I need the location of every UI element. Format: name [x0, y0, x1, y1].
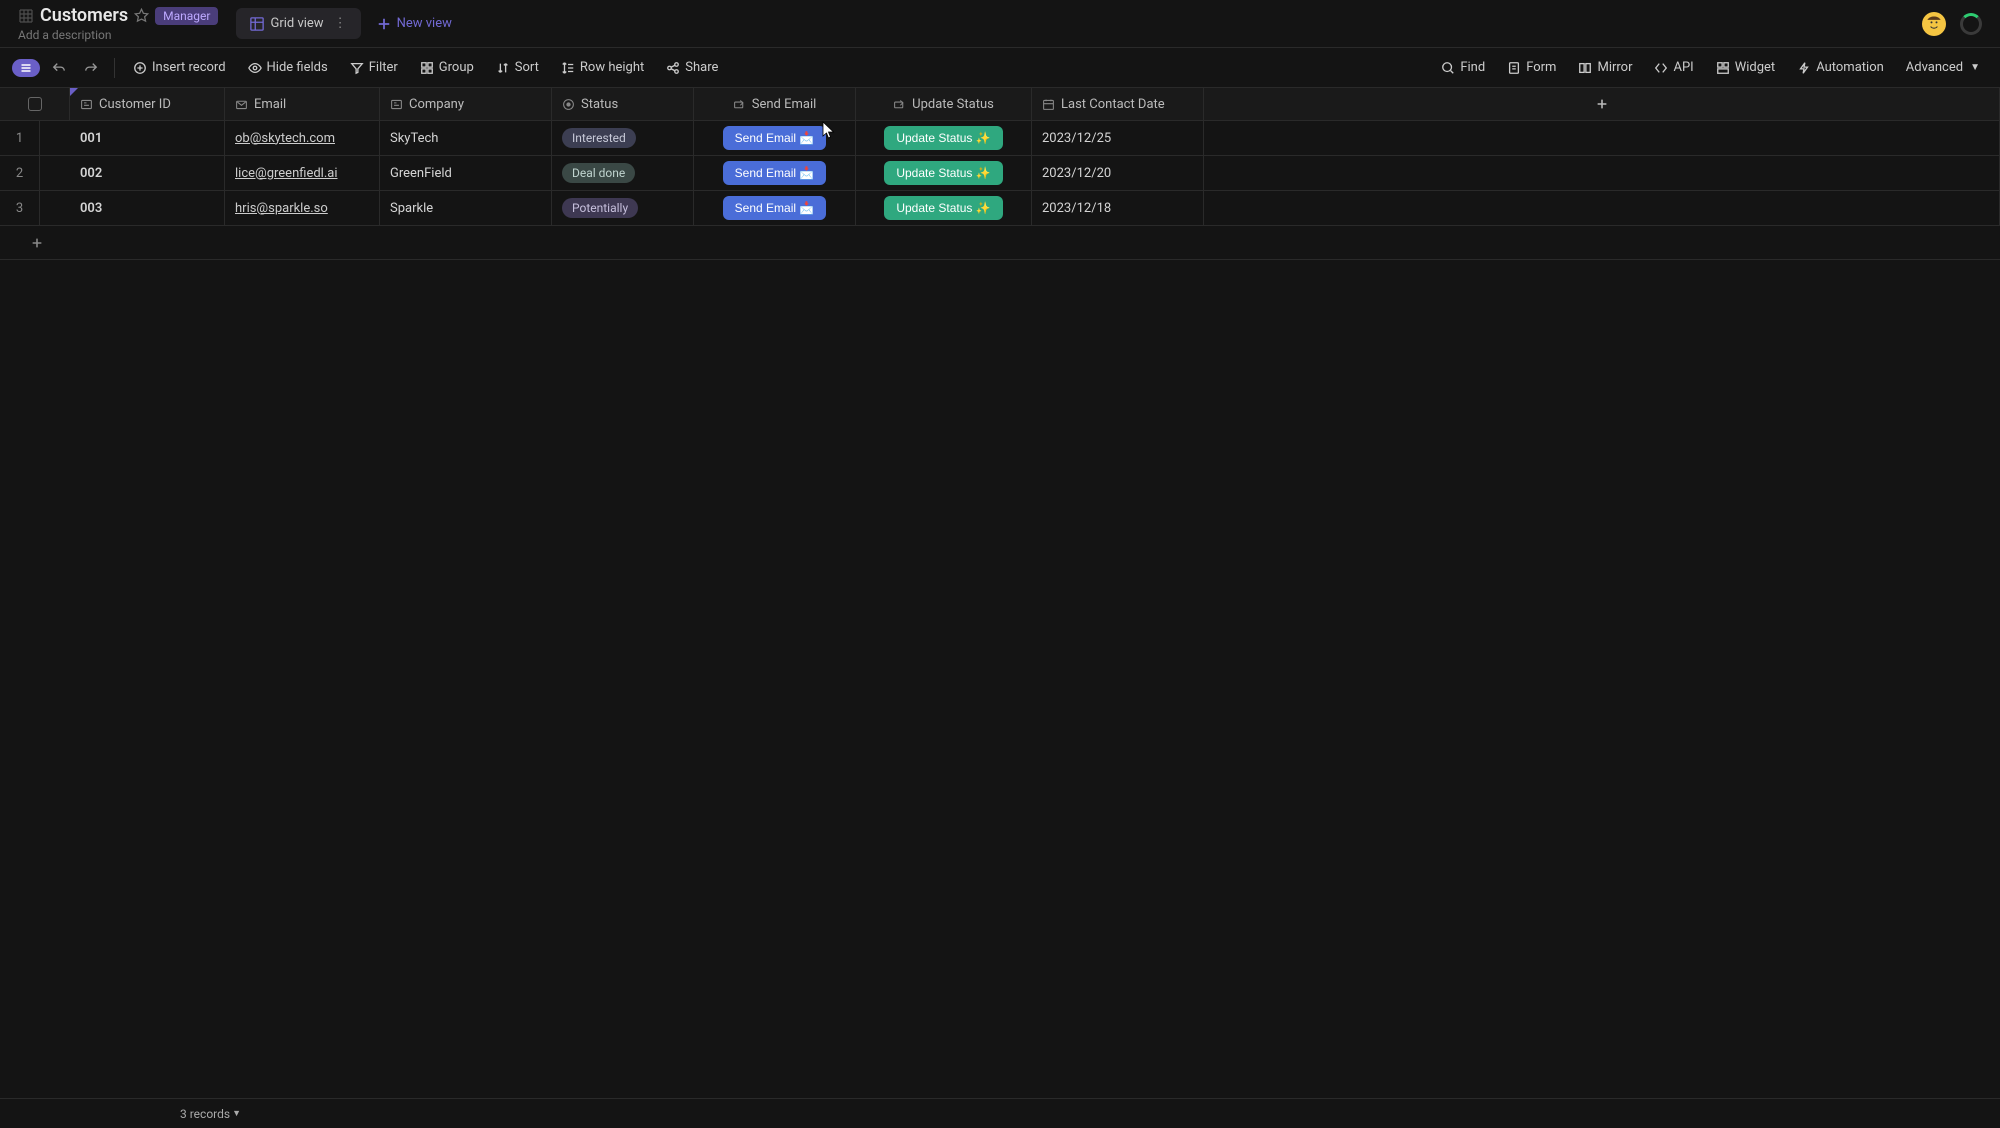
- row-checkbox-spacer: [40, 121, 70, 155]
- cell-email[interactable]: hris@sparkle.so: [225, 191, 380, 225]
- cell-customer-id[interactable]: 001: [70, 121, 225, 155]
- cell-update-status: Update Status ✨: [856, 156, 1032, 190]
- cell-status[interactable]: Interested: [552, 121, 694, 155]
- column-header-customer-id[interactable]: Customer ID: [70, 88, 225, 120]
- avatar[interactable]: [1922, 12, 1946, 36]
- select-field-icon: [562, 98, 575, 111]
- date-field-icon: [1042, 98, 1055, 111]
- cell-empty: [1204, 121, 2000, 155]
- role-badge: Manager: [155, 7, 218, 25]
- column-header-company[interactable]: Company: [380, 88, 552, 120]
- cell-send-email: Send Email 📩: [694, 121, 856, 155]
- cell-email[interactable]: ob@skytech.com: [225, 121, 380, 155]
- form-button[interactable]: Form: [1499, 55, 1564, 80]
- column-header-email[interactable]: Email: [225, 88, 380, 120]
- sidebar-toggle[interactable]: [12, 59, 40, 77]
- row-height-button[interactable]: Row height: [553, 55, 652, 80]
- automation-button[interactable]: Automation: [1789, 55, 1892, 80]
- text-field-icon: [390, 98, 403, 111]
- update-status-button[interactable]: Update Status ✨: [884, 196, 1002, 220]
- sort-button[interactable]: Sort: [488, 55, 547, 80]
- table-row[interactable]: 3 003hris@sparkle.soSparklePotentially Sen…: [0, 191, 2000, 226]
- share-button[interactable]: Share: [658, 55, 726, 80]
- hide-fields-button[interactable]: Hide fields: [240, 55, 336, 80]
- cell-send-email: Send Email 📩: [694, 156, 856, 190]
- send-email-button[interactable]: Send Email 📩: [723, 196, 827, 220]
- table-icon: [18, 8, 34, 24]
- cell-status[interactable]: Potentially: [552, 191, 694, 225]
- sync-icon: [1960, 13, 1982, 35]
- cell-update-status: Update Status ✨: [856, 191, 1032, 225]
- select-all-cell[interactable]: [0, 88, 70, 120]
- cell-empty: [1204, 156, 2000, 190]
- cell-company[interactable]: Sparkle: [380, 191, 552, 225]
- advanced-button[interactable]: Advanced▼: [1898, 55, 1988, 80]
- column-header-send-email[interactable]: Send Email: [694, 88, 856, 120]
- cell-company[interactable]: SkyTech: [380, 121, 552, 155]
- view-tab-grid[interactable]: Grid view ⋮: [236, 8, 360, 39]
- grid-area: Customer ID Email Company Status Send Em…: [0, 88, 2000, 1098]
- cell-last-contact[interactable]: 2023/12/18: [1032, 191, 1204, 225]
- undo-button[interactable]: [46, 56, 72, 80]
- add-column-button[interactable]: [1204, 88, 2000, 120]
- send-email-button[interactable]: Send Email 📩: [723, 126, 827, 150]
- footer: 3 records▼: [0, 1098, 2000, 1128]
- cell-send-email: Send Email 📩: [694, 191, 856, 225]
- row-number: 1: [0, 121, 40, 155]
- table-row[interactable]: 1 001ob@skytech.comSkyTechInterested Send …: [0, 121, 2000, 156]
- app-header: Customers Manager Add a description Grid…: [0, 0, 2000, 48]
- new-view-label: New view: [397, 16, 452, 31]
- update-status-button[interactable]: Update Status ✨: [884, 126, 1002, 150]
- api-button[interactable]: API: [1646, 55, 1701, 80]
- cell-last-contact[interactable]: 2023/12/20: [1032, 156, 1204, 190]
- grid-view-icon: [250, 17, 264, 31]
- column-header-update-status[interactable]: Update Status: [856, 88, 1032, 120]
- column-header-row: Customer ID Email Company Status Send Em…: [0, 88, 2000, 121]
- redo-button[interactable]: [78, 56, 104, 80]
- group-button[interactable]: Group: [412, 55, 482, 80]
- cell-update-status: Update Status ✨: [856, 121, 1032, 155]
- cell-customer-id[interactable]: 003: [70, 191, 225, 225]
- row-number: 2: [0, 156, 40, 190]
- cell-company[interactable]: GreenField: [380, 156, 552, 190]
- find-button[interactable]: Find: [1433, 55, 1493, 80]
- record-count[interactable]: 3 records: [180, 1107, 230, 1121]
- cell-status[interactable]: Deal done: [552, 156, 694, 190]
- plus-icon: [377, 17, 391, 31]
- description-input[interactable]: Add a description: [18, 28, 218, 42]
- page-title: Customers: [40, 5, 128, 26]
- mirror-button[interactable]: Mirror: [1570, 55, 1640, 80]
- filter-button[interactable]: Filter: [342, 55, 406, 80]
- row-number: 3: [0, 191, 40, 225]
- row-checkbox-spacer: [40, 156, 70, 190]
- insert-record-button[interactable]: Insert record: [125, 55, 234, 80]
- cell-email[interactable]: lice@greenfiedl.ai: [225, 156, 380, 190]
- text-field-icon: [80, 98, 93, 111]
- row-checkbox-spacer: [40, 191, 70, 225]
- star-icon[interactable]: [134, 8, 149, 23]
- kebab-icon[interactable]: ⋮: [334, 16, 347, 31]
- send-email-button[interactable]: Send Email 📩: [723, 161, 827, 185]
- cell-last-contact[interactable]: 2023/12/25: [1032, 121, 1204, 155]
- widget-button[interactable]: Widget: [1708, 55, 1783, 80]
- button-field-icon: [893, 98, 906, 111]
- column-header-status[interactable]: Status: [552, 88, 694, 120]
- cell-customer-id[interactable]: 002: [70, 156, 225, 190]
- button-field-icon: [733, 98, 746, 111]
- toolbar: Insert record Hide fields Filter Group S…: [0, 48, 2000, 88]
- new-view-button[interactable]: New view: [365, 8, 464, 39]
- update-status-button[interactable]: Update Status ✨: [884, 161, 1002, 185]
- add-row-button[interactable]: [0, 226, 2000, 260]
- table-row[interactable]: 2 002lice@greenfiedl.aiGreenFieldDeal don…: [0, 156, 2000, 191]
- column-header-last-contact[interactable]: Last Contact Date: [1032, 88, 1204, 120]
- view-tab-label: Grid view: [270, 16, 323, 31]
- email-field-icon: [235, 98, 248, 111]
- cell-empty: [1204, 191, 2000, 225]
